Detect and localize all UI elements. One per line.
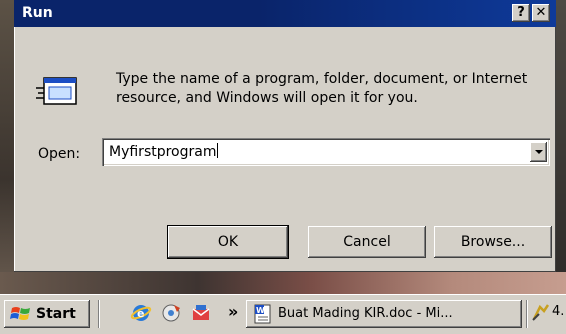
- outlook-express-icon[interactable]: [190, 302, 212, 324]
- tray-text: 4.: [552, 304, 565, 319]
- start-button[interactable]: Start: [4, 300, 90, 328]
- desktop-background-left: [0, 0, 14, 300]
- open-input[interactable]: Myfirstprogram: [109, 143, 219, 160]
- desktop-background-bottom: [0, 272, 566, 294]
- dialog-title: Run: [22, 5, 53, 21]
- task-button-word-document[interactable]: W Buat Mading KIR.doc - Mi...: [246, 300, 522, 328]
- browse-button[interactable]: Browse...: [434, 226, 552, 258]
- open-combobox[interactable]: Myfirstprogram: [102, 138, 550, 166]
- cancel-button[interactable]: Cancel: [308, 226, 426, 258]
- run-dialog-icon: [36, 77, 77, 105]
- text-caret: [217, 143, 219, 158]
- start-label: Start: [36, 306, 76, 322]
- quicklaunch-overflow-button[interactable]: »: [228, 302, 238, 321]
- media-player-icon[interactable]: [160, 302, 182, 324]
- svg-text:W: W: [256, 306, 265, 315]
- dropdown-arrow-button[interactable]: [530, 142, 547, 162]
- network-icon[interactable]: [530, 302, 552, 324]
- internet-explorer-icon[interactable]: e: [130, 302, 152, 324]
- help-button[interactable]: ?: [512, 4, 530, 22]
- run-description: Type the name of a program, folder, docu…: [116, 71, 528, 106]
- tray-separator: [526, 300, 528, 328]
- ok-button[interactable]: OK: [167, 225, 289, 259]
- windows-logo-icon: [10, 307, 30, 320]
- taskbar: Start e » W Buat Mading KIR.doc - Mi... …: [0, 294, 566, 334]
- run-dialog: Run ? ✕ Type the name of a program, fold…: [14, 0, 556, 272]
- close-button[interactable]: ✕: [532, 4, 550, 22]
- taskbar-separator: [98, 300, 100, 328]
- task-button-label: Buat Mading KIR.doc - Mi...: [278, 306, 453, 321]
- open-input-value: Myfirstprogram: [109, 144, 217, 160]
- desktop-background-right: [556, 0, 566, 300]
- svg-text:e: e: [137, 307, 144, 320]
- open-label: Open:: [38, 146, 81, 162]
- word-document-icon: W: [254, 304, 271, 324]
- title-bar[interactable]: Run ? ✕: [14, 0, 556, 27]
